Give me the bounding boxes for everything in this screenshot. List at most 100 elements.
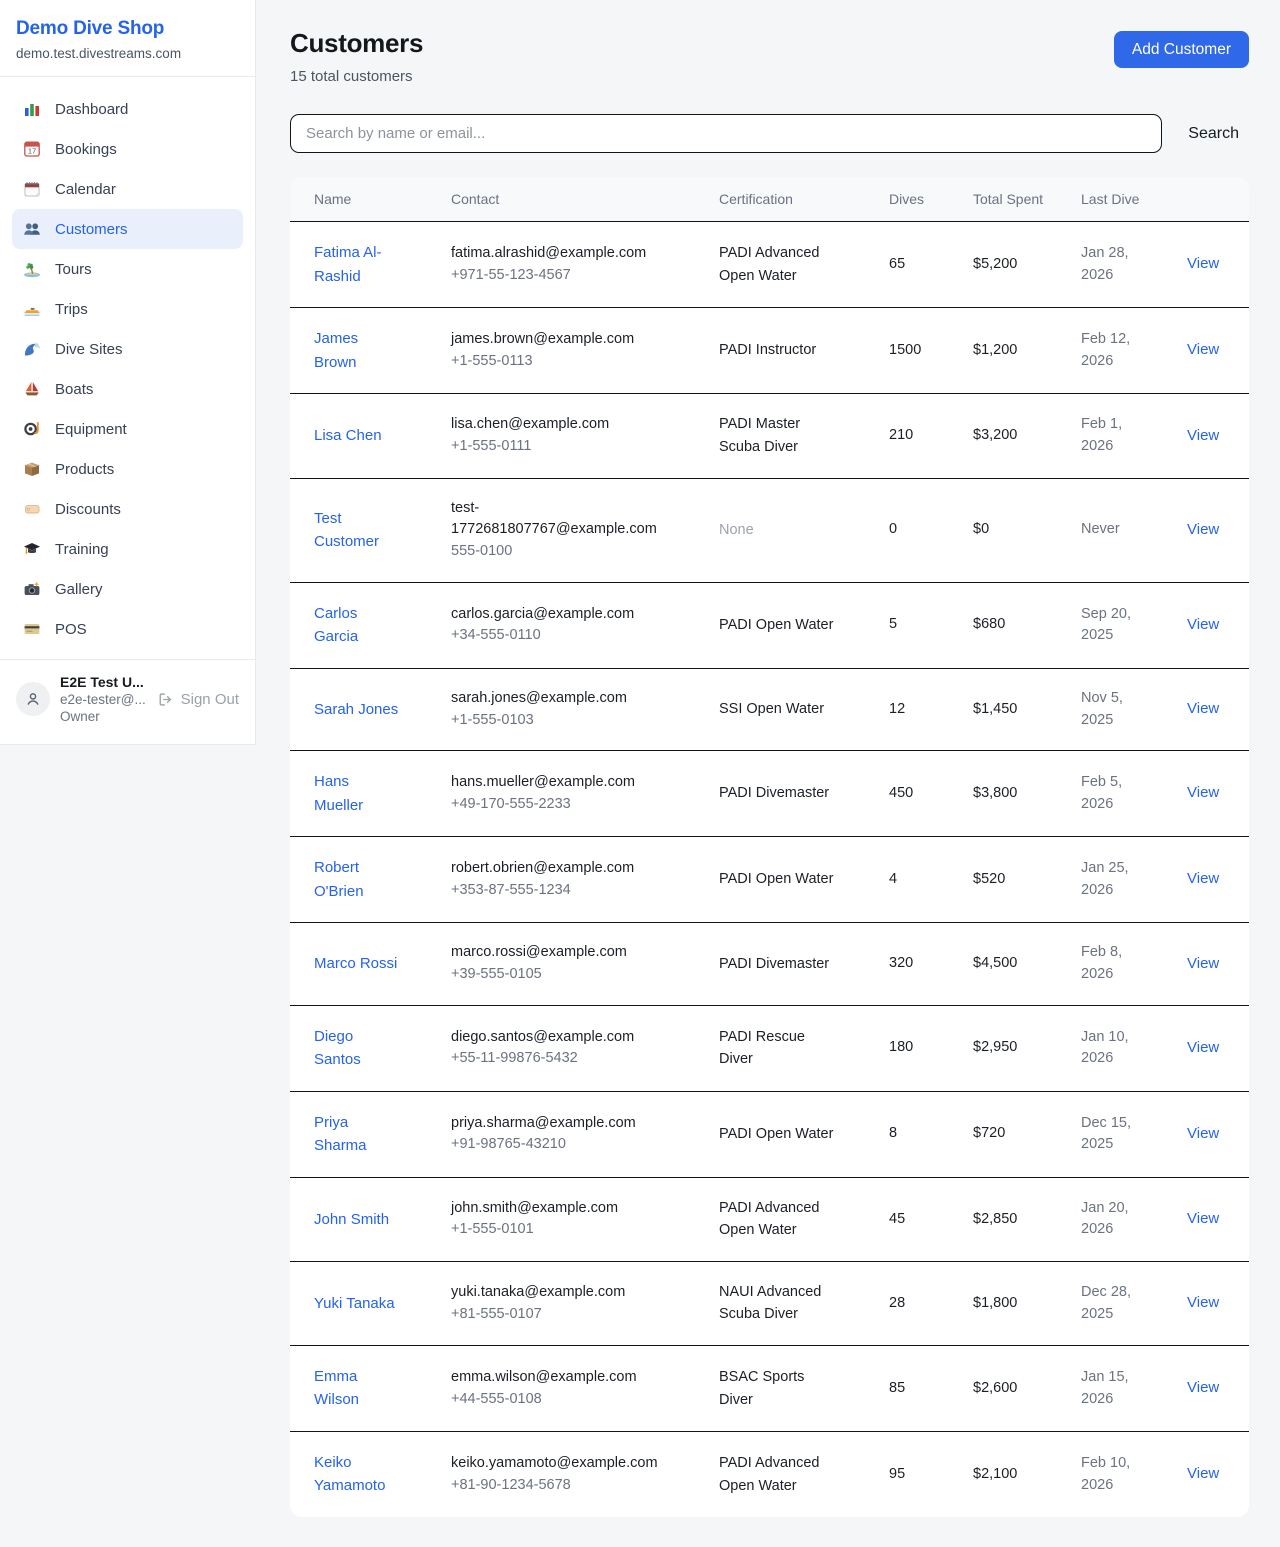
customer-name-link[interactable]: Yuki Tanaka [314,1292,395,1315]
sidebar-item-dive-sites[interactable]: Dive Sites [12,329,243,369]
user-email: e2e-tester@... [60,692,147,707]
last-dive-date: Sep 20, 2025 [1081,604,1139,648]
sidebar-item-customers[interactable]: Customers [12,209,243,249]
sidebar-item-pos[interactable]: POS [12,609,243,649]
customer-email: hans.mueller@example.com [451,772,663,794]
customer-name-link[interactable]: James Brown [314,327,402,374]
customer-name-link[interactable]: Priya Sharma [314,1111,402,1158]
sidebar-item-products[interactable]: Products [12,449,243,489]
dives-count: 1500 [873,308,957,394]
column-header-dives: Dives [873,177,957,222]
view-link[interactable]: View [1187,955,1219,972]
sidebar-item-label: Boats [55,381,93,398]
customers-table-body: Fatima Al-Rashid fatima.alrashid@example… [290,222,1249,1517]
dives-count: 85 [873,1346,957,1432]
view-link[interactable]: View [1187,1125,1219,1142]
certification: PADI Rescue Diver [719,1026,841,1071]
total-spent: $1,450 [957,668,1065,751]
view-link[interactable]: View [1187,870,1219,887]
search-input[interactable] [290,114,1162,153]
view-link[interactable]: View [1187,341,1219,358]
total-spent: $2,600 [957,1346,1065,1432]
customer-phone: +1-555-0101 [451,1219,687,1241]
customer-name-link[interactable]: Sarah Jones [314,698,398,721]
column-header-name: Name [290,177,435,222]
column-header-certification: Certification [703,177,873,222]
view-link[interactable]: View [1187,616,1219,633]
customer-name-link[interactable]: Test Customer [314,507,402,554]
sidebar-item-bookings[interactable]: 17 Bookings [12,129,243,169]
certification: PADI Advanced Open Water [719,1197,841,1242]
last-dive-date: Jan 20, 2026 [1081,1198,1139,1242]
sign-out-button[interactable]: Sign Out [157,691,239,708]
sidebar-item-training[interactable]: Training [12,529,243,569]
view-link[interactable]: View [1187,700,1219,717]
customer-name-link[interactable]: Marco Rossi [314,952,397,975]
sidebar-item-equipment[interactable]: Equipment [12,409,243,449]
credit-card-icon [22,619,42,639]
app-root: Demo Dive Shop demo.test.divestreams.com… [0,0,1280,1547]
view-link[interactable]: View [1187,521,1219,538]
last-dive-date: Nov 5, 2025 [1081,688,1139,732]
sidebar-user-section: E2E Test U... e2e-tester@... Owner Sign … [0,659,255,744]
sidebar-item-trips[interactable]: Trips [12,289,243,329]
add-customer-button[interactable]: Add Customer [1114,31,1249,68]
customer-count: 15 total customers [290,68,423,85]
table-row: James Brown james.brown@example.com +1-5… [290,308,1249,394]
search-bar: Search [290,114,1249,153]
view-link[interactable]: View [1187,1465,1219,1482]
view-link[interactable]: View [1187,1294,1219,1311]
customer-phone: +34-555-0110 [451,625,687,647]
sidebar-item-calendar[interactable]: Calendar [12,169,243,209]
total-spent: $3,800 [957,751,1065,837]
total-spent: $680 [957,582,1065,668]
sidebar-item-gallery[interactable]: Gallery [12,569,243,609]
sidebar-item-dashboard[interactable]: Dashboard [12,89,243,129]
tag-icon [22,499,42,519]
customer-name-link[interactable]: Keiko Yamamoto [314,1451,402,1498]
sidebar-item-label: Products [55,461,114,478]
customer-phone: +353-87-555-1234 [451,880,687,902]
sidebar-item-boats[interactable]: Boats [12,369,243,409]
total-spent: $2,950 [957,1005,1065,1091]
customer-name-link[interactable]: Emma Wilson [314,1365,402,1412]
view-link[interactable]: View [1187,1039,1219,1056]
customer-name-link[interactable]: Fatima Al-Rashid [314,241,402,288]
customer-name-link[interactable]: Lisa Chen [314,424,382,447]
customer-name-link[interactable]: Diego Santos [314,1025,402,1072]
sign-out-icon [157,691,174,708]
sidebar-item-discounts[interactable]: Discounts [12,489,243,529]
column-header-contact: Contact [435,177,703,222]
certification: BSAC Sports Diver [719,1366,841,1411]
dives-count: 4 [873,837,957,923]
dives-count: 180 [873,1005,957,1091]
certification: PADI Open Water [719,868,833,890]
search-button[interactable]: Search [1178,125,1249,143]
customer-name-link[interactable]: Robert O'Brien [314,856,402,903]
certification: NAUI Advanced Scuba Diver [719,1281,841,1326]
customers-table: Name Contact Certification Dives Total S… [290,177,1249,1517]
bar-chart-icon [22,99,42,119]
table-row: Lisa Chen lisa.chen@example.com +1-555-0… [290,394,1249,478]
view-link[interactable]: View [1187,255,1219,272]
customer-phone: +1-555-0113 [451,351,687,373]
customer-phone: +49-170-555-2233 [451,794,687,816]
last-dive-date: Never [1081,519,1120,541]
customer-name-link[interactable]: Carlos Garcia [314,602,402,649]
svg-text:17: 17 [28,147,36,156]
sidebar-nav: Dashboard 17 Bookings Calendar Customers… [0,77,255,659]
sidebar-item-tours[interactable]: Tours [12,249,243,289]
customer-name-link[interactable]: John Smith [314,1208,389,1231]
table-row: Sarah Jones sarah.jones@example.com +1-5… [290,668,1249,751]
customer-email: james.brown@example.com [451,329,663,351]
view-link[interactable]: View [1187,784,1219,801]
people-icon [22,219,42,239]
view-link[interactable]: View [1187,1379,1219,1396]
package-icon [22,459,42,479]
view-link[interactable]: View [1187,1210,1219,1227]
table-row: Yuki Tanaka yuki.tanaka@example.com +81-… [290,1261,1249,1345]
user-role: Owner [60,709,147,724]
user-name: E2E Test U... [60,674,147,690]
view-link[interactable]: View [1187,427,1219,444]
customer-name-link[interactable]: Hans Mueller [314,770,402,817]
